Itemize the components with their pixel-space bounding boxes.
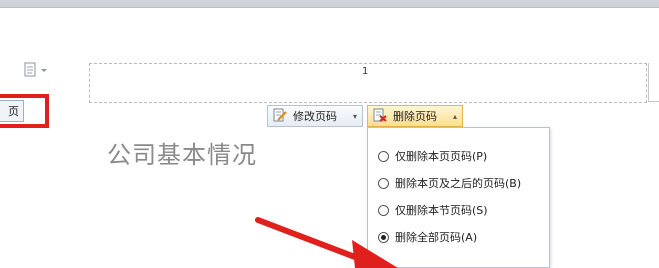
ruler-strip <box>0 0 659 8</box>
menu-option-delete-this-page[interactable]: 仅删除本页页码(P) <box>378 148 487 164</box>
radio-button[interactable] <box>378 150 389 162</box>
menu-option-label: 删除本页及之后的页码(B) <box>395 177 522 190</box>
annotation-arrow <box>255 217 398 268</box>
chevron-down-icon: ▾ <box>352 111 357 121</box>
document-heading[interactable]: 公司基本情况 <box>107 135 257 170</box>
delete-page-number-button[interactable]: 删除页码 ▴ <box>367 105 463 127</box>
header-page-number[interactable]: 1 <box>362 66 368 77</box>
menu-option-delete-this-and-after[interactable]: 删除本页及之后的页码(B) <box>378 175 521 191</box>
chevron-up-icon: ▴ <box>452 111 457 121</box>
radio-button[interactable] <box>378 177 389 189</box>
modify-page-number-button[interactable]: 修改页码 ▾ <box>267 105 363 127</box>
delete-page-icon <box>373 108 387 125</box>
menu-option-label: 仅删除本节页码(S) <box>395 204 488 217</box>
delete-page-number-label: 删除页码 <box>393 110 437 123</box>
menu-option-delete-this-section[interactable]: 仅删除本节页码(S) <box>378 202 488 218</box>
document-options-icon[interactable] <box>24 62 50 78</box>
radio-button[interactable] <box>378 204 389 216</box>
delete-page-number-menu: 仅删除本页页码(P) 删除本页及之后的页码(B) 仅删除本节页码(S) 删除全部… <box>367 127 550 268</box>
modify-page-number-label: 修改页码 <box>293 110 337 123</box>
edit-page-icon <box>273 108 287 125</box>
menu-option-label: 仅删除本页页码(P) <box>395 150 488 163</box>
annotation-highlight-box <box>0 94 49 128</box>
menu-option-label: 删除全部页码(A) <box>395 231 478 244</box>
menu-option-delete-all[interactable]: 删除全部页码(A) <box>378 229 477 245</box>
margin-marker <box>648 63 659 102</box>
radio-button-selected[interactable] <box>378 231 389 243</box>
